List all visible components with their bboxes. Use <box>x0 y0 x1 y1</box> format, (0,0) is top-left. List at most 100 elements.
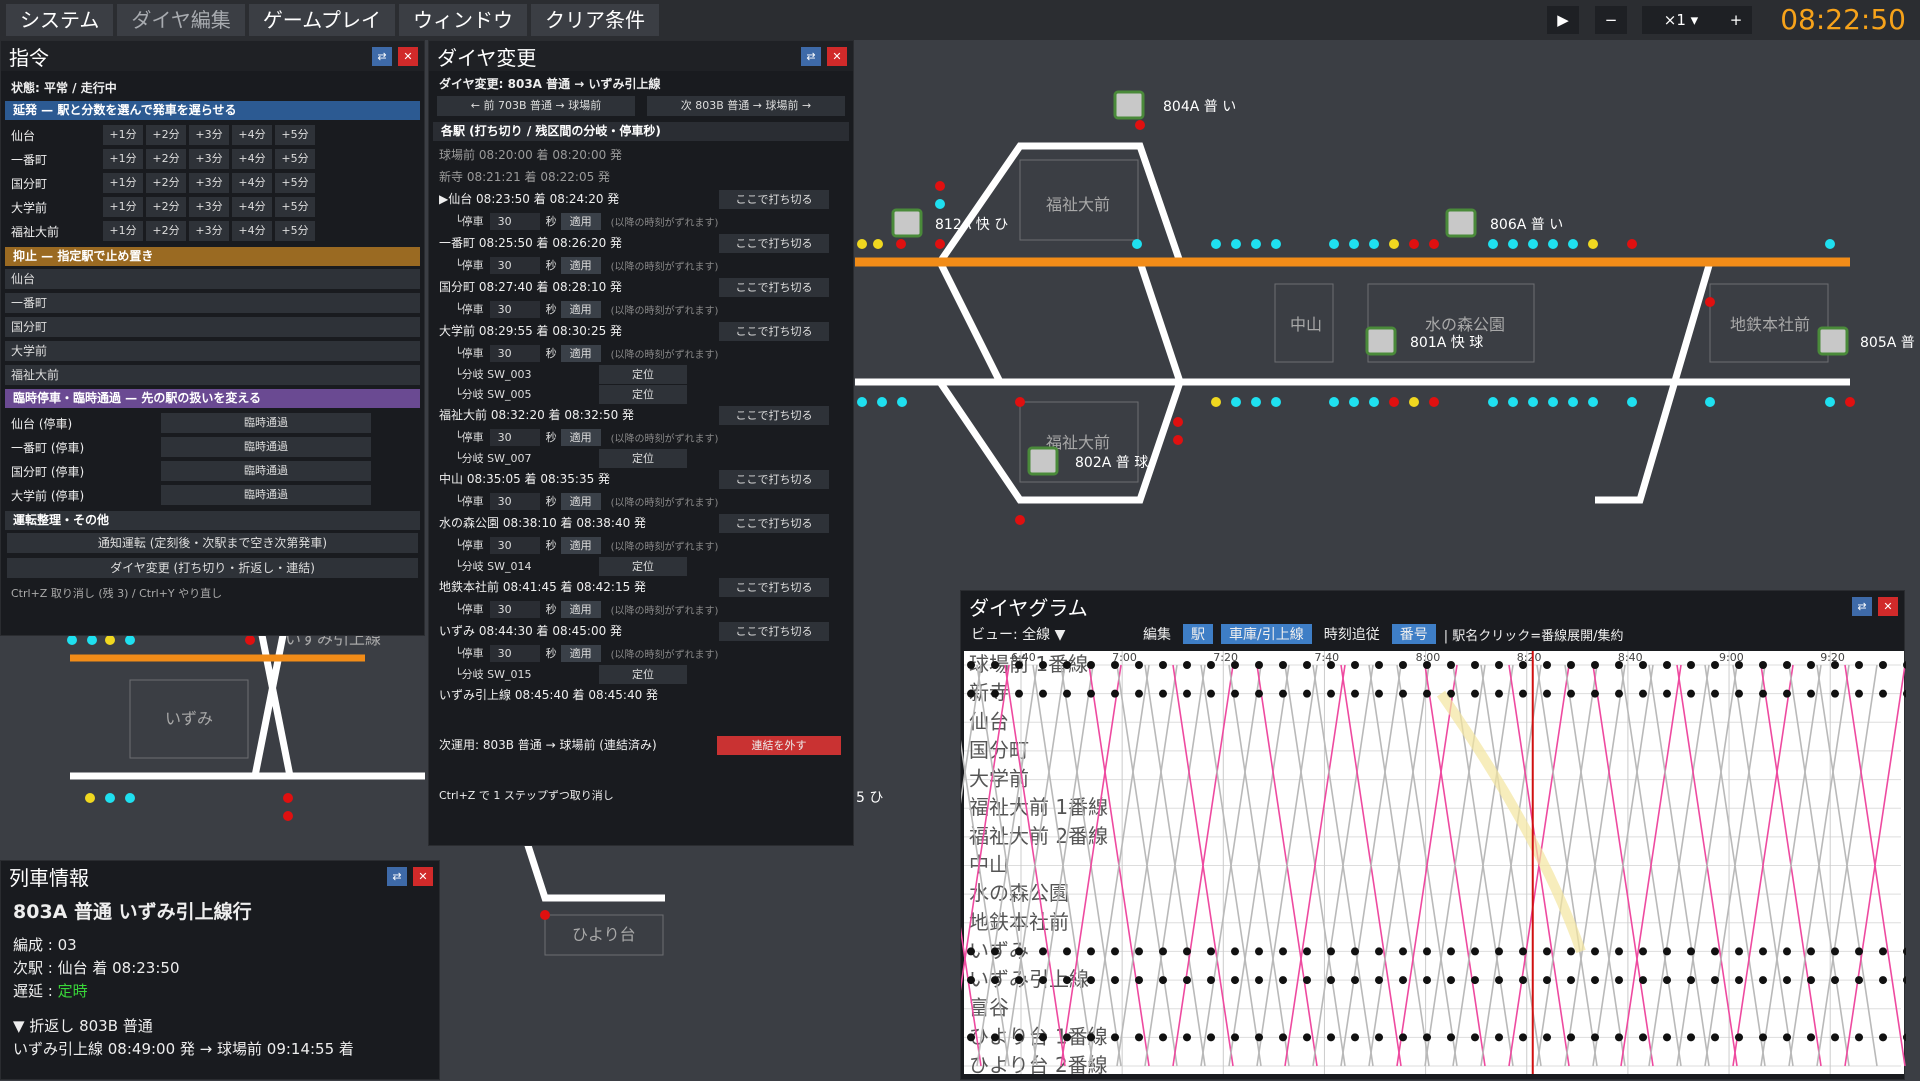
delay-button[interactable]: +5分 <box>275 221 315 241</box>
delay-button[interactable]: +2分 <box>146 173 186 193</box>
delay-button[interactable]: +4分 <box>232 149 272 169</box>
next-train-button[interactable]: 次 803B 普通 → 球場前 → <box>647 96 845 116</box>
delay-button[interactable]: +2分 <box>146 149 186 169</box>
stop-seconds-input[interactable]: 30 <box>489 256 540 274</box>
train-icon[interactable] <box>1113 90 1145 120</box>
close-icon[interactable]: ✕ <box>1878 597 1898 616</box>
swap-icon[interactable]: ⇄ <box>387 867 407 886</box>
delay-button[interactable]: +2分 <box>146 197 186 217</box>
stop-seconds-input[interactable]: 30 <box>489 644 540 662</box>
switch-position-button[interactable]: 定位 <box>599 556 687 576</box>
switch-position-button[interactable]: 定位 <box>599 448 687 468</box>
cut-here-button[interactable]: ここで打ち切る <box>719 277 829 297</box>
tab-depot[interactable]: 車庫/引上線 <box>1221 624 1312 644</box>
cut-here-button[interactable]: ここで打ち切る <box>719 577 829 597</box>
train-label[interactable]: 805A 普 <box>1860 332 1915 352</box>
delay-button[interactable]: +3分 <box>189 221 229 241</box>
delay-button[interactable]: +5分 <box>275 173 315 193</box>
train-icon[interactable] <box>1817 326 1849 356</box>
temp-pass-button[interactable]: 臨時通過 <box>161 485 371 505</box>
train-label[interactable]: 801A 快 球 <box>1410 332 1483 352</box>
swap-icon[interactable]: ⇄ <box>1852 597 1872 616</box>
notice-operation-button[interactable]: 通知運転 (定刻後・次駅まで空き次第発車) <box>7 533 418 553</box>
delay-button[interactable]: +1分 <box>103 197 143 217</box>
diagram-change-button[interactable]: ダイヤ変更 (打ち切り・折返し・連結) <box>7 558 418 578</box>
apply-button[interactable]: 適用 <box>560 428 601 446</box>
hold-station-button[interactable]: 一番町 <box>5 293 420 313</box>
delay-button[interactable]: +1分 <box>103 221 143 241</box>
dia-station-label[interactable]: 富谷 <box>969 996 1009 1020</box>
stop-seconds-input[interactable]: 30 <box>489 300 540 318</box>
hold-station-button[interactable]: 福祉大前 <box>5 365 420 385</box>
delay-button[interactable]: +5分 <box>275 197 315 217</box>
temp-pass-button[interactable]: 臨時通過 <box>161 437 371 457</box>
unlink-button[interactable]: 連結を外す <box>717 736 841 755</box>
dia-station-label[interactable]: 仙台 <box>969 709 1009 733</box>
delay-button[interactable]: +2分 <box>146 125 186 145</box>
menu-gameplay[interactable]: ゲームプレイ <box>248 4 396 36</box>
stop-seconds-input[interactable]: 30 <box>489 428 540 446</box>
diagram-chart[interactable]: 球場前 1番線新寺仙台国分町大学前福祉大前 1番線福祉大前 2番線中山水の森公園… <box>961 651 1906 1081</box>
train-icon[interactable] <box>1445 208 1477 238</box>
menu-clear-conditions[interactable]: クリア条件 <box>531 4 660 36</box>
dia-station-label[interactable]: ひより台 2番線 <box>969 1053 1108 1077</box>
cut-here-button[interactable]: ここで打ち切る <box>719 621 829 641</box>
apply-button[interactable]: 適用 <box>560 212 601 230</box>
tab-edit[interactable]: 編集 <box>1139 624 1175 644</box>
train-label[interactable]: 812A 快 ひ <box>935 214 1008 234</box>
delay-button[interactable]: +1分 <box>103 149 143 169</box>
apply-button[interactable]: 適用 <box>560 256 601 274</box>
switch-position-button[interactable]: 定位 <box>599 364 687 384</box>
apply-button[interactable]: 適用 <box>560 536 601 554</box>
temp-pass-button[interactable]: 臨時通過 <box>161 413 371 433</box>
hold-station-button[interactable]: 国分町 <box>5 317 420 337</box>
delay-button[interactable]: +1分 <box>103 125 143 145</box>
prev-train-button[interactable]: ← 前 703B 普通 → 球場前 <box>437 96 635 116</box>
close-icon[interactable]: ✕ <box>413 867 433 886</box>
menu-window[interactable]: ウィンドウ <box>399 4 528 36</box>
stop-seconds-input[interactable]: 30 <box>489 536 540 554</box>
stop-seconds-input[interactable]: 30 <box>489 212 540 230</box>
delay-button[interactable]: +4分 <box>232 173 272 193</box>
delay-button[interactable]: +4分 <box>232 197 272 217</box>
cut-here-button[interactable]: ここで打ち切る <box>719 233 829 253</box>
speed-up-button[interactable]: + <box>1720 6 1752 34</box>
close-icon[interactable]: ✕ <box>827 47 847 66</box>
delay-button[interactable]: +5分 <box>275 125 315 145</box>
dia-station-label[interactable]: 国分町 <box>969 738 1029 762</box>
switch-position-button[interactable]: 定位 <box>599 664 687 684</box>
dia-station-label[interactable]: いずみ引上線 <box>969 967 1089 991</box>
stop-seconds-input[interactable]: 30 <box>489 344 540 362</box>
delay-button[interactable]: +3分 <box>189 173 229 193</box>
cut-here-button[interactable]: ここで打ち切る <box>719 469 829 489</box>
stop-seconds-input[interactable]: 30 <box>489 600 540 618</box>
view-select[interactable]: ビュー: 全線 ▼ <box>971 624 1131 644</box>
delay-button[interactable]: +3分 <box>189 197 229 217</box>
train-label[interactable]: 802A 普 球 <box>1075 452 1148 472</box>
delay-button[interactable]: +4分 <box>232 221 272 241</box>
train-label[interactable]: 5 ひ <box>856 787 883 807</box>
swap-icon[interactable]: ⇄ <box>801 47 821 66</box>
delay-button[interactable]: +4分 <box>232 125 272 145</box>
delay-button[interactable]: +2分 <box>146 221 186 241</box>
train-icon[interactable] <box>1027 446 1059 476</box>
cut-here-button[interactable]: ここで打ち切る <box>719 513 829 533</box>
train-label[interactable]: 804A 普 い <box>1163 96 1236 116</box>
delay-button[interactable]: +3分 <box>189 125 229 145</box>
play-button[interactable]: ▶ <box>1547 6 1579 34</box>
train-label[interactable]: 806A 普 い <box>1490 214 1563 234</box>
cut-here-button[interactable]: ここで打ち切る <box>719 405 829 425</box>
tab-station[interactable]: 駅 <box>1183 624 1213 644</box>
delay-button[interactable]: +5分 <box>275 149 315 169</box>
apply-button[interactable]: 適用 <box>560 492 601 510</box>
swap-icon[interactable]: ⇄ <box>372 47 392 66</box>
delay-button[interactable]: +1分 <box>103 173 143 193</box>
stop-seconds-input[interactable]: 30 <box>489 492 540 510</box>
apply-button[interactable]: 適用 <box>560 344 601 362</box>
menu-system[interactable]: システム <box>6 4 114 36</box>
train-icon[interactable] <box>891 208 923 238</box>
delay-button[interactable]: +3分 <box>189 149 229 169</box>
train-icon[interactable] <box>1365 326 1397 356</box>
hold-station-button[interactable]: 大学前 <box>5 341 420 361</box>
close-icon[interactable]: ✕ <box>398 47 418 66</box>
